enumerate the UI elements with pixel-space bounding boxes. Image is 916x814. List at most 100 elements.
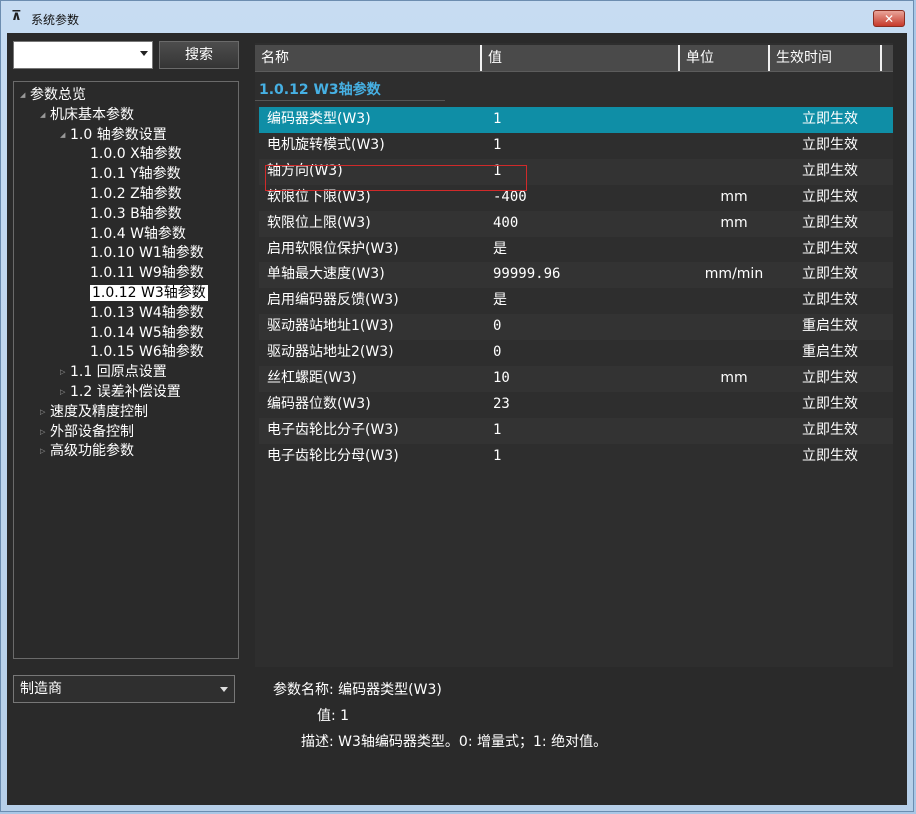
table-row[interactable]: 软限位上限(W3) 400 mm 立即生效 [259, 210, 893, 237]
param-name-cell: 驱动器站地址2(W3) [267, 344, 394, 361]
tree-item[interactable]: ◢ 机床基本参数 [40, 105, 134, 125]
expand-arrow-icon[interactable]: ▷ [40, 422, 50, 442]
param-unit-cell [669, 107, 799, 133]
column-header-value[interactable]: 值 [482, 45, 680, 71]
tree-item-label: 1.0.3 B轴参数 [90, 205, 182, 222]
tree-item-label: 机床基本参数 [50, 106, 134, 123]
param-value-cell[interactable]: 1 [493, 133, 501, 159]
expand-arrow-icon[interactable]: ▷ [40, 402, 50, 422]
tree-item-label: 1.0.15 W6轴参数 [90, 344, 204, 361]
collapse-arrow-icon[interactable]: ◢ [20, 85, 30, 105]
tree-item[interactable]: ▷ 速度及精度控制 [40, 402, 148, 422]
column-header-effective[interactable]: 生效时间 [770, 45, 882, 71]
column-header-name[interactable]: 名称 [255, 45, 482, 71]
system-params-window: ⊼ 系统参数 ✕ 搜索 ◢ 参数总览 ◢ 机床基本参数 ◢ 1.0 轴参数设置 1.0.0 … [0, 0, 914, 812]
maker-select[interactable]: 制造商 [13, 675, 235, 703]
tree-item[interactable]: ◢ 参数总览 [20, 85, 86, 105]
maker-select-value: 制造商 [20, 681, 62, 697]
expand-arrow-icon[interactable]: ▷ [40, 441, 50, 461]
param-effective-cell: 立即生效 [802, 395, 858, 412]
table-row[interactable]: 启用编码器反馈(W3) 是 立即生效 [259, 288, 893, 314]
table-row[interactable]: 驱动器站地址1(W3) 0 重启生效 [259, 314, 893, 341]
param-effective-cell: 立即生效 [802, 214, 858, 231]
param-value-cell[interactable]: 10 [493, 366, 510, 392]
tree-item-label: 1.0.10 W1轴参数 [90, 245, 204, 262]
tree-item[interactable]: ◢ 1.0 轴参数设置 [60, 125, 167, 145]
param-unit-cell [669, 133, 799, 159]
tree-item[interactable]: 1.0.12 W3轴参数 [80, 283, 208, 303]
param-value-cell[interactable]: 1 [493, 107, 501, 133]
section-title: 1.0.12 W3轴参数 [255, 79, 445, 101]
tree-item-label: 1.2 误差补偿设置 [70, 384, 181, 400]
param-name-cell: 电机旋转模式(W3) [267, 136, 385, 153]
param-unit-cell: mm/min [704, 266, 764, 283]
table-row[interactable]: 电机旋转模式(W3) 1 立即生效 [259, 133, 893, 159]
param-value-cell[interactable]: 99999.96 [493, 262, 560, 288]
tree-item-label: 高级功能参数 [50, 443, 134, 460]
tree-item[interactable]: 1.0.1 Y轴参数 [80, 164, 181, 184]
tree-item-label: 1.0.2 Z轴参数 [90, 186, 182, 202]
param-unit-cell [669, 418, 799, 444]
param-value-cell[interactable]: 23 [493, 392, 510, 418]
param-tree[interactable]: ◢ 参数总览 ◢ 机床基本参数 ◢ 1.0 轴参数设置 1.0.0 X轴参数 1.0.1 Y轴… [13, 81, 239, 659]
tree-item-label: 速度及精度控制 [50, 403, 148, 420]
column-header-unit[interactable]: 单位 [680, 45, 770, 71]
tree-item[interactable]: ▷ 高级功能参数 [40, 441, 134, 461]
param-value-cell[interactable]: 是 [493, 288, 507, 314]
search-button[interactable]: 搜索 [159, 41, 239, 69]
detail-description: 描述: W3轴编码器类型。0: 增量式；1: 绝对值。 [301, 734, 608, 750]
chevron-down-icon[interactable] [220, 687, 228, 692]
param-name-cell: 软限位上限(W3) [267, 214, 371, 231]
tree-item[interactable]: 1.0.14 W5轴参数 [80, 323, 204, 343]
param-effective-cell: 立即生效 [802, 240, 858, 257]
tree-item[interactable]: 1.0.11 W9轴参数 [80, 263, 204, 283]
param-value-cell[interactable]: 0 [493, 314, 501, 340]
tree-item[interactable]: 1.0.10 W1轴参数 [80, 243, 204, 263]
param-effective-cell: 重启生效 [802, 318, 858, 335]
param-effective-cell: 立即生效 [802, 421, 858, 438]
param-name-cell: 电子齿轮比分母(W3) [267, 447, 399, 464]
param-value-cell[interactable]: 1 [493, 418, 501, 444]
table-row[interactable]: 驱动器站地址2(W3) 0 重启生效 [259, 340, 893, 366]
table-row[interactable]: 编码器位数(W3) 23 立即生效 [259, 392, 893, 418]
tree-item[interactable]: ▷ 1.1 回原点设置 [60, 362, 167, 382]
window-title: 系统参数 [31, 13, 80, 27]
table-row[interactable]: 单轴最大速度(W3) 99999.96 mm/min 立即生效 [259, 262, 893, 289]
tree-item[interactable]: 1.0.0 X轴参数 [80, 144, 182, 164]
param-unit-cell: mm [720, 188, 748, 205]
table-row[interactable]: 电子齿轮比分子(W3) 1 立即生效 [259, 417, 893, 444]
search-input[interactable] [13, 41, 153, 69]
tree-item[interactable]: ▷ 外部设备控制 [40, 422, 134, 442]
tree-item[interactable]: 1.0.13 W4轴参数 [80, 303, 204, 323]
detail-value: 值: 1 [317, 708, 350, 724]
grid-header: 名称 值 单位 生效时间 [255, 45, 893, 72]
collapse-arrow-icon[interactable]: ◢ [60, 125, 70, 145]
param-name-cell: 启用编码器反馈(W3) [267, 292, 399, 309]
param-unit-cell [669, 444, 799, 470]
table-row[interactable]: 启用软限位保护(W3) 是 立即生效 [259, 237, 893, 263]
param-name-cell: 单轴最大速度(W3) [267, 266, 385, 283]
expand-arrow-icon[interactable]: ▷ [60, 362, 70, 382]
param-unit-cell [669, 159, 799, 185]
param-unit-cell [669, 288, 799, 314]
param-name-cell: 丝杠螺距(W3) [267, 370, 357, 386]
tree-item[interactable]: 1.0.2 Z轴参数 [80, 184, 182, 204]
param-effective-cell: 立即生效 [802, 162, 858, 179]
expand-arrow-icon[interactable]: ▷ [60, 382, 70, 402]
client-area: 搜索 ◢ 参数总览 ◢ 机床基本参数 ◢ 1.0 轴参数设置 1.0.0 X轴参数 1.0.1… [7, 33, 907, 805]
table-row[interactable]: 丝杠螺距(W3) 10 mm 立即生效 [259, 366, 893, 392]
param-value-cell[interactable]: 0 [493, 340, 501, 366]
tree-item[interactable]: 1.0.15 W6轴参数 [80, 342, 204, 362]
collapse-arrow-icon[interactable]: ◢ [40, 105, 50, 125]
param-value-cell[interactable]: 是 [493, 237, 507, 263]
param-value-cell[interactable]: 400 [493, 211, 518, 237]
close-button[interactable]: ✕ [873, 10, 905, 27]
table-row[interactable]: 电子齿轮比分母(W3) 1 立即生效 [259, 444, 893, 470]
tree-item-label: 1.0.11 W9轴参数 [90, 265, 204, 282]
table-row[interactable]: 编码器类型(W3) 1 立即生效 [259, 107, 893, 133]
param-value-cell[interactable]: 1 [493, 444, 501, 470]
tree-item[interactable]: ▷ 1.2 误差补偿设置 [60, 382, 181, 402]
chevron-down-icon[interactable] [140, 51, 148, 56]
tree-item[interactable]: 1.0.4 W轴参数 [80, 224, 186, 244]
tree-item[interactable]: 1.0.3 B轴参数 [80, 204, 182, 224]
